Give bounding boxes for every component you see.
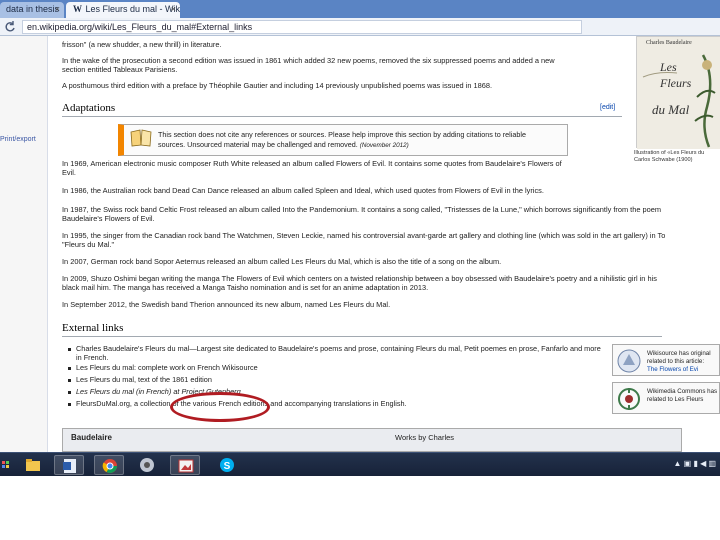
close-tab-icon[interactable]: × [55, 2, 60, 17]
web-page: Print/export frisson" (a new shudder, a … [0, 36, 720, 452]
cover-header-text: Charles Baudelaire [646, 40, 692, 46]
commons-logo-icon [617, 387, 641, 411]
reload-icon[interactable] [4, 21, 20, 33]
image-caption: Illustration of «Les Fleurs du Carlos Sc… [634, 150, 704, 164]
taskbar-skype[interactable]: S [212, 455, 242, 475]
navbox: Baudelaire Works by Charles [62, 428, 682, 452]
unreferenced-notice: This section does not cite any reference… [118, 124, 568, 156]
heading-rule [62, 116, 622, 117]
notice-text: sources. Unsourced material may be chall… [158, 140, 358, 149]
bullet [68, 367, 71, 370]
paragraph-line: In 1969, American electronic music compo… [62, 159, 562, 168]
media-icon [139, 457, 155, 473]
cover-title-text: du Mal [652, 102, 690, 117]
commons-box: Wikimedia Commons has related to Les Fle… [612, 382, 720, 414]
address-bar: en.wikipedia.org/wiki/Les_Fleurs_du_mal#… [0, 18, 720, 36]
external-link-item[interactable]: Les Fleurs du mal, text of the 1861 edit… [76, 375, 212, 384]
paragraph-line: In 2009, Shuzo Oshimi began writing the … [62, 274, 657, 283]
bullet [68, 391, 71, 394]
close-tab-icon[interactable]: × [171, 2, 176, 17]
paragraph-line: In 1995, the singer from the Canadian ro… [62, 231, 666, 240]
navbox-subtitle: Works by Charles [395, 433, 455, 442]
folder-icon [25, 457, 41, 473]
paragraph-line: black mail him. The manga has received a… [62, 283, 429, 292]
paragraph-line: In September 2012, the Swedish band Ther… [62, 300, 391, 309]
sister-link[interactable]: The Flowers of Evi [647, 366, 698, 373]
external-link-item[interactable]: Charles Baudelaire's Fleurs du mal—Large… [76, 344, 601, 353]
tab-data-in-thesis[interactable]: data in thesis × [0, 2, 64, 18]
paragraph-line: "Fleurs du Mal." [62, 240, 115, 249]
external-link-item[interactable]: Les Fleurs du mal: complete work on Fren… [76, 363, 258, 372]
taskbar-photo-viewer[interactable] [170, 455, 200, 475]
wikisource-box: Wikisource has original related to this … [612, 344, 720, 376]
taskbar-word[interactable] [54, 455, 84, 475]
tab-les-fleurs-du-mal[interactable]: W Les Fleurs du mal - Wikip × [66, 2, 180, 18]
word-icon [62, 458, 78, 474]
cover-title-text: Fleurs [660, 76, 692, 90]
paragraph-line: frisson" (a new shudder, a new thrill) i… [62, 40, 222, 49]
external-links-heading: External links [62, 322, 124, 334]
paragraph-line: Baudelaire's Flowers of Evil. [62, 214, 155, 223]
caption-line: Illustration of «Les Fleurs du [634, 150, 705, 156]
windows-taskbar: S ▲ ▣ ▮ ◀ ▥ [0, 452, 720, 476]
sister-text: Wikimedia Commons has [647, 388, 718, 395]
adaptations-heading: Adaptations [62, 102, 116, 114]
browser-tab-strip: data in thesis × W Les Fleurs du mal - W… [0, 0, 720, 18]
paragraph-line: Evil. [62, 168, 76, 177]
book-icon [130, 129, 152, 147]
taskbar-explorer[interactable] [18, 455, 48, 475]
taskbar-chrome[interactable] [94, 455, 124, 475]
notice-line: sources. Unsourced material may be chall… [158, 140, 409, 149]
edit-section-link[interactable]: [edit] [600, 104, 615, 111]
svg-text:S: S [224, 461, 231, 472]
wiki-sidebar: Print/export [0, 36, 48, 452]
tab-label: data in thesis [6, 4, 60, 14]
paragraph-line: In 1986, the Australian rock band Dead C… [62, 186, 544, 195]
heading-rule [62, 336, 662, 337]
external-link-item-continued: in French. [76, 353, 109, 362]
caption-line: Carlos Schwabe (1900) [634, 157, 693, 163]
bullet [68, 348, 71, 351]
paragraph-line: A posthumous third edition with a prefac… [62, 81, 493, 90]
bullet [68, 403, 71, 406]
paragraph-line: In the wake of the prosecution a second … [62, 56, 555, 65]
url-input[interactable]: en.wikipedia.org/wiki/Les_Fleurs_du_mal#… [22, 20, 582, 34]
paragraph-line: section entitled Tableaux Parisiens. [62, 65, 178, 74]
start-button[interactable] [0, 455, 12, 475]
bullet [68, 379, 71, 382]
chrome-icon [102, 458, 118, 474]
paragraph-line: In 2007, German rock band Sopor Aeternus… [62, 257, 502, 266]
paragraph-line: In 1987, the Swiss rock band Celtic Fros… [62, 205, 661, 214]
taskbar-media[interactable] [132, 455, 162, 475]
notice-date: (November 2012) [359, 142, 409, 149]
sidebar-link-print-export[interactable]: Print/export [0, 136, 36, 143]
navbox-title: Baudelaire [71, 433, 112, 442]
article-content: frisson" (a new shudder, a new thrill) i… [48, 36, 720, 452]
image-viewer-icon [178, 458, 194, 474]
screen: data in thesis × W Les Fleurs du mal - W… [0, 0, 720, 540]
annotation-ellipse [170, 392, 270, 422]
notice-line: This section does not cite any reference… [158, 130, 526, 139]
sister-text: related to this article: [647, 358, 705, 365]
tab-label: Les Fleurs du mal - Wikip [85, 4, 180, 14]
cover-title-text: Les [660, 60, 677, 74]
sister-text: Wikisource has original [647, 350, 711, 357]
system-tray[interactable]: ▲ ▣ ▮ ◀ ▥ [674, 459, 716, 468]
wikipedia-favicon-icon: W [73, 4, 82, 14]
skype-icon: S [219, 457, 235, 473]
wikisource-logo-icon [617, 349, 641, 373]
book-cover-image[interactable] [636, 36, 720, 149]
sister-text: related to Les Fleurs [647, 396, 704, 403]
